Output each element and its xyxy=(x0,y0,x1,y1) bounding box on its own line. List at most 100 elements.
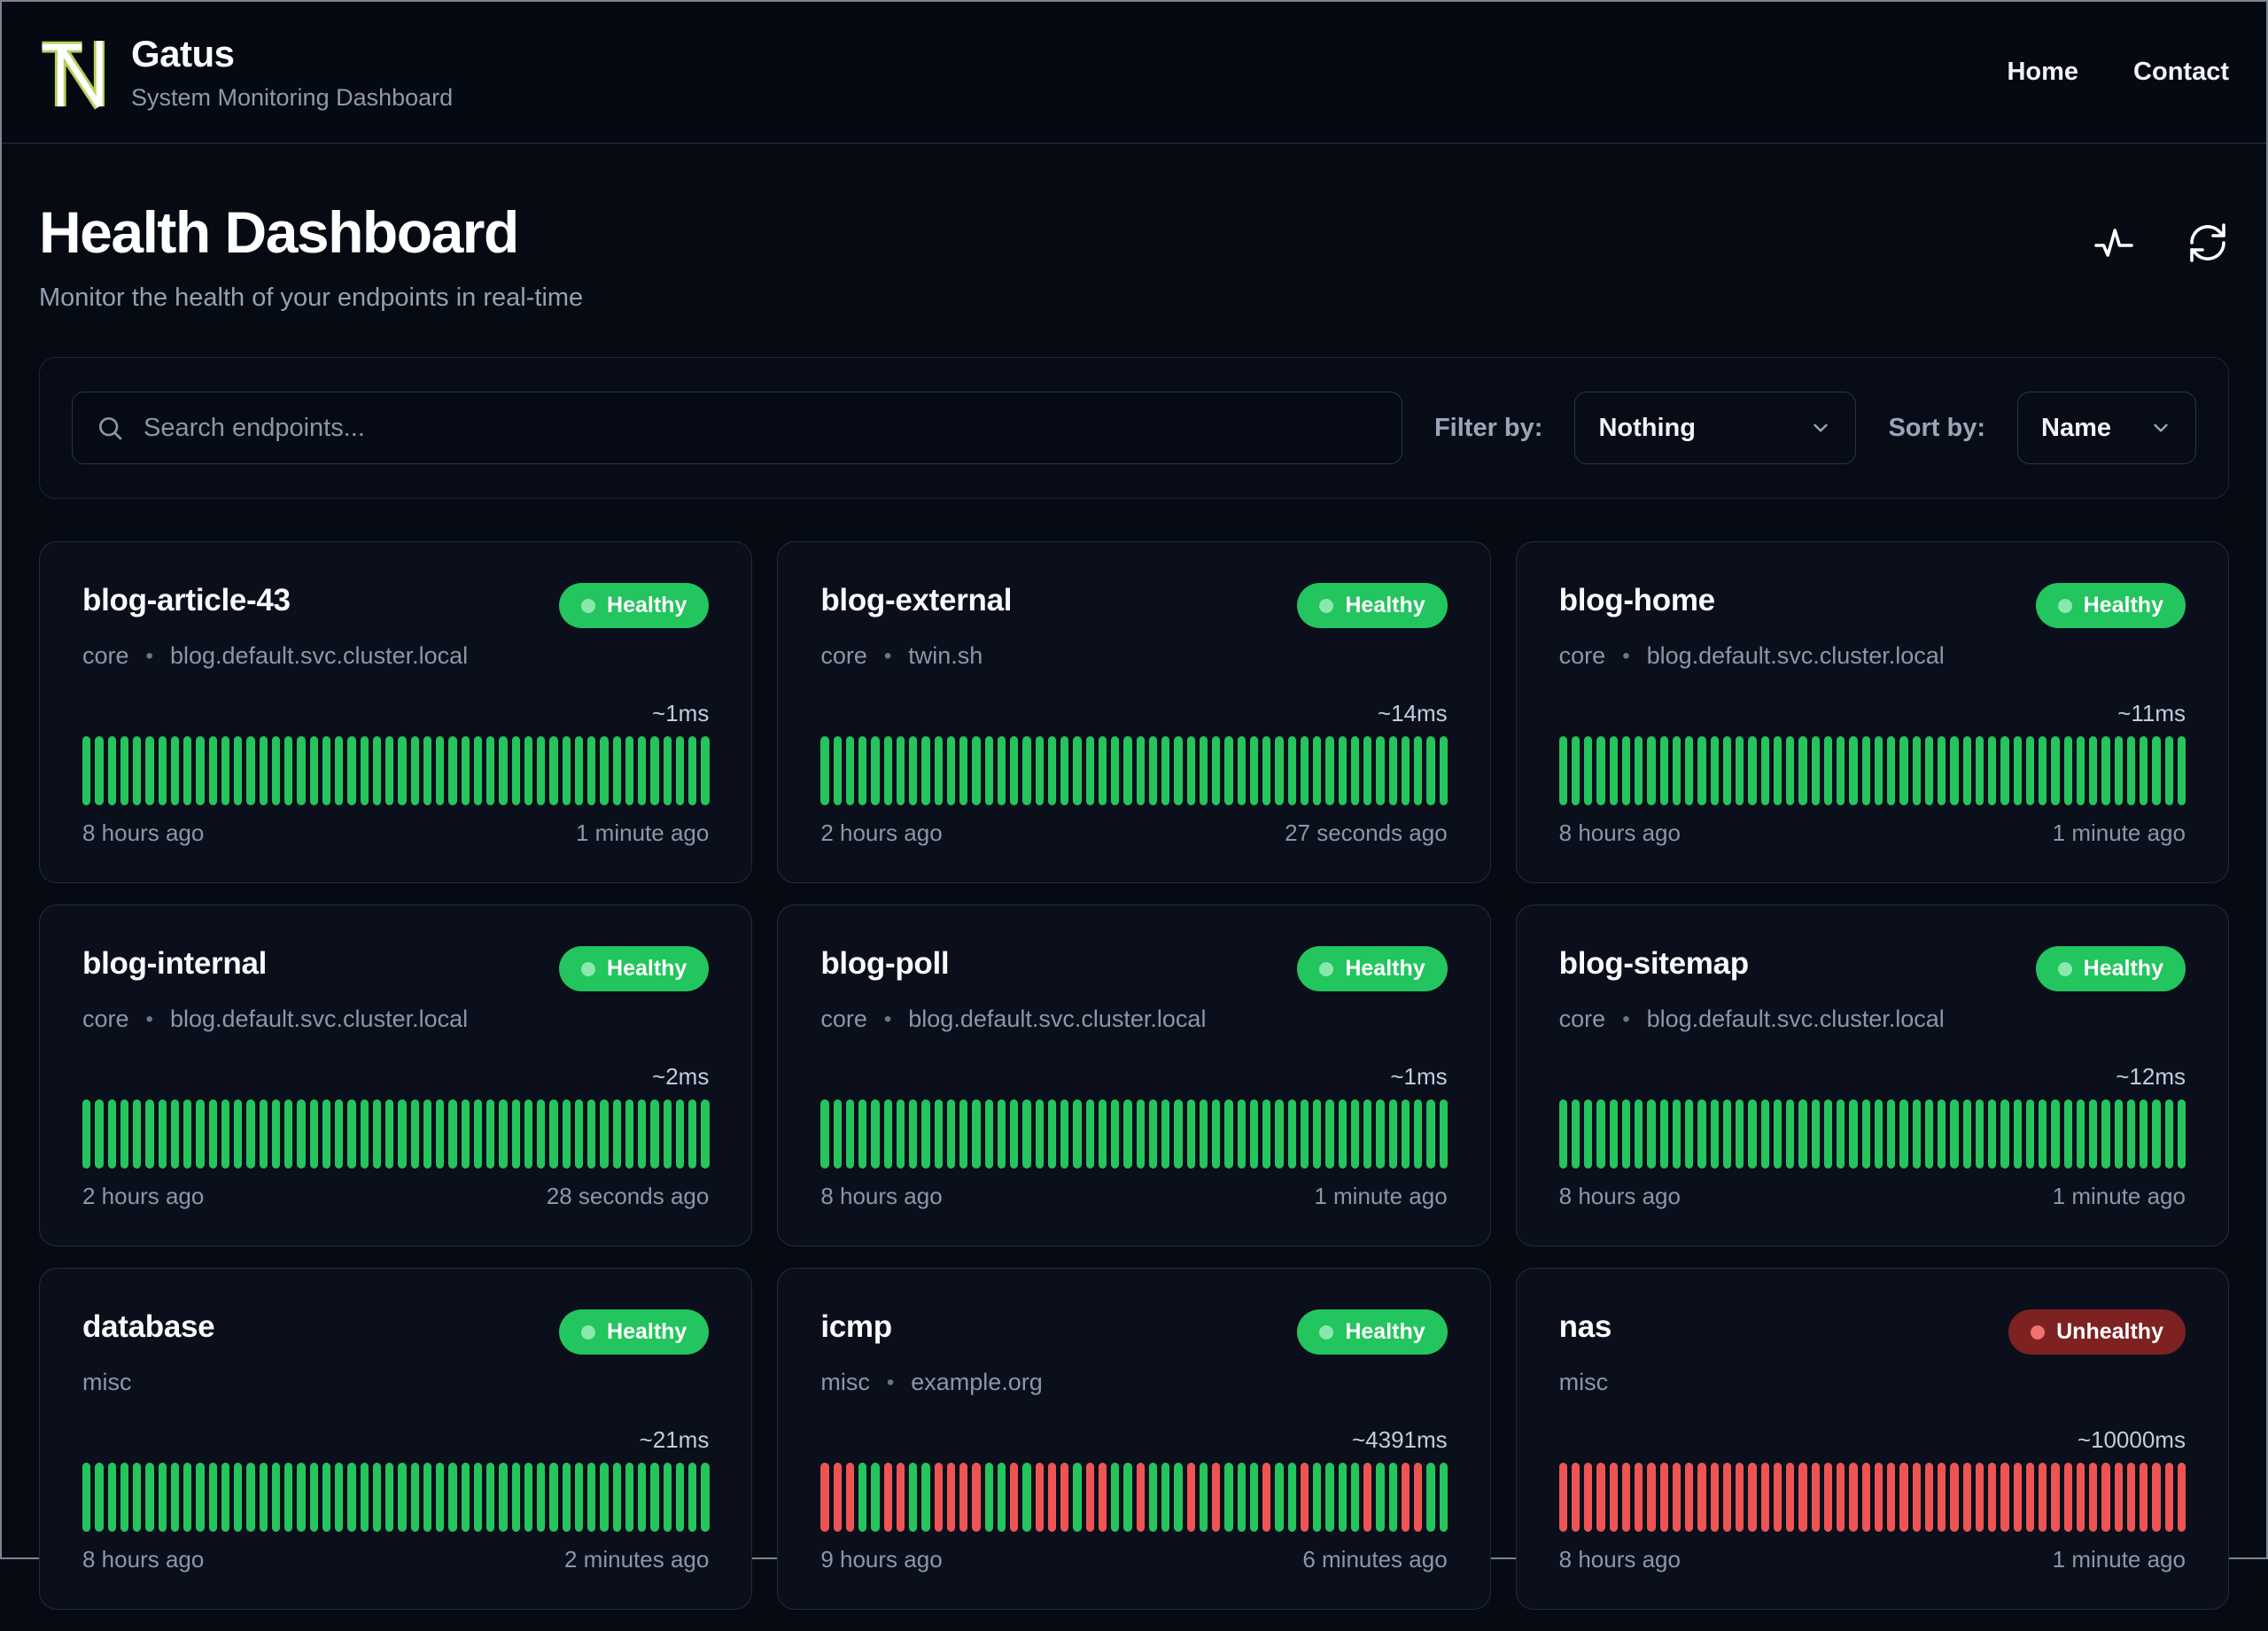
uptime-bar[interactable] xyxy=(1010,736,1019,805)
uptime-bar[interactable] xyxy=(2025,736,2035,805)
uptime-bar[interactable] xyxy=(1439,736,1448,805)
uptime-bar[interactable] xyxy=(1060,1463,1069,1532)
uptime-bar[interactable] xyxy=(909,736,918,805)
uptime-bar[interactable] xyxy=(1823,1099,1833,1169)
uptime-bar[interactable] xyxy=(701,736,710,805)
uptime-bar[interactable] xyxy=(1596,1099,1605,1169)
uptime-bar[interactable] xyxy=(1047,736,1057,805)
uptime-bar[interactable] xyxy=(934,1099,943,1169)
uptime-bar[interactable] xyxy=(2101,1463,2110,1532)
uptime-bar[interactable] xyxy=(1571,736,1581,805)
uptime-bar[interactable] xyxy=(562,1099,571,1169)
uptime-bar[interactable] xyxy=(549,1463,558,1532)
uptime-bar[interactable] xyxy=(1275,1099,1284,1169)
uptime-bar[interactable] xyxy=(1962,1099,1971,1169)
uptime-bar[interactable] xyxy=(347,1463,356,1532)
uptime-bar[interactable] xyxy=(461,736,470,805)
uptime-bar[interactable] xyxy=(1313,1099,1322,1169)
uptime-bar[interactable] xyxy=(587,1463,596,1532)
endpoint-card[interactable]: blog-poll Healthy core • blog.default.sv… xyxy=(777,905,1491,1247)
uptime-bar[interactable] xyxy=(1073,1099,1082,1169)
uptime-bar[interactable] xyxy=(410,1099,419,1169)
uptime-bar[interactable] xyxy=(322,1099,330,1169)
uptime-bar[interactable] xyxy=(1773,736,1783,805)
search-input[interactable] xyxy=(144,413,1379,443)
uptime-bar[interactable] xyxy=(1736,736,1744,805)
uptime-bar[interactable] xyxy=(183,736,192,805)
uptime-bar[interactable] xyxy=(1811,1099,1820,1169)
uptime-bar[interactable] xyxy=(1647,1099,1656,1169)
uptime-bar[interactable] xyxy=(896,736,905,805)
uptime-bar[interactable] xyxy=(2164,1099,2173,1169)
uptime-bar[interactable] xyxy=(2114,1463,2123,1532)
uptime-bar[interactable] xyxy=(2101,736,2110,805)
uptime-bar[interactable] xyxy=(208,1463,217,1532)
uptime-bar[interactable] xyxy=(1571,1099,1581,1169)
uptime-bar[interactable] xyxy=(2089,736,2098,805)
uptime-bar[interactable] xyxy=(335,1099,344,1169)
uptime-bar[interactable] xyxy=(625,1463,633,1532)
uptime-bar[interactable] xyxy=(959,736,968,805)
uptime-bar[interactable] xyxy=(1401,1099,1410,1169)
uptime-bar[interactable] xyxy=(1988,1463,1997,1532)
uptime-bar[interactable] xyxy=(309,736,318,805)
uptime-bar[interactable] xyxy=(1786,1099,1795,1169)
uptime-bar[interactable] xyxy=(650,1463,659,1532)
uptime-bar[interactable] xyxy=(1887,1463,1896,1532)
uptime-bar[interactable] xyxy=(1136,736,1145,805)
uptime-bar[interactable] xyxy=(1111,1099,1120,1169)
uptime-bar[interactable] xyxy=(1098,1463,1107,1532)
uptime-bar[interactable] xyxy=(1924,736,1934,805)
uptime-bar[interactable] xyxy=(297,1463,306,1532)
uptime-bar[interactable] xyxy=(1212,1099,1221,1169)
uptime-bar[interactable] xyxy=(95,1463,104,1532)
uptime-bar[interactable] xyxy=(1073,1463,1082,1532)
uptime-bar[interactable] xyxy=(2152,1463,2161,1532)
uptime-bar[interactable] xyxy=(1401,1463,1410,1532)
uptime-bar[interactable] xyxy=(360,1099,369,1169)
sort-select[interactable]: Name xyxy=(2017,392,2196,464)
endpoint-card[interactable]: nas Unhealthy misc ~10000ms 8 hours ago … xyxy=(1515,1268,2229,1610)
uptime-bar[interactable] xyxy=(196,736,205,805)
uptime-bar[interactable] xyxy=(1098,736,1107,805)
uptime-bar[interactable] xyxy=(959,1099,968,1169)
uptime-bar[interactable] xyxy=(322,736,330,805)
uptime-bar[interactable] xyxy=(1975,1099,1984,1169)
uptime-bar[interactable] xyxy=(845,736,855,805)
endpoint-card[interactable]: icmp Healthy misc • example.org ~4391ms … xyxy=(777,1268,1491,1610)
uptime-bar[interactable] xyxy=(221,736,229,805)
uptime-bar[interactable] xyxy=(549,736,558,805)
uptime-bar[interactable] xyxy=(1338,736,1347,805)
uptime-bar[interactable] xyxy=(1609,736,1618,805)
uptime-bar[interactable] xyxy=(120,1463,128,1532)
uptime-bar[interactable] xyxy=(1161,1099,1170,1169)
uptime-bar[interactable] xyxy=(1786,736,1795,805)
uptime-bar[interactable] xyxy=(820,736,829,805)
uptime-bar[interactable] xyxy=(1111,736,1120,805)
uptime-bar[interactable] xyxy=(1950,1099,1959,1169)
uptime-bar[interactable] xyxy=(2140,1099,2148,1169)
uptime-bar[interactable] xyxy=(1621,736,1631,805)
uptime-bar[interactable] xyxy=(1249,736,1259,805)
endpoint-card[interactable]: blog-home Healthy core • blog.default.sv… xyxy=(1515,541,2229,883)
uptime-bar[interactable] xyxy=(1736,1463,1744,1532)
activity-icon[interactable] xyxy=(2093,221,2135,264)
uptime-bar[interactable] xyxy=(436,1099,445,1169)
uptime-bar[interactable] xyxy=(1161,736,1170,805)
uptime-bar[interactable] xyxy=(1861,1099,1870,1169)
uptime-bar[interactable] xyxy=(1748,736,1757,805)
uptime-bar[interactable] xyxy=(1798,1099,1807,1169)
uptime-bar[interactable] xyxy=(448,736,457,805)
uptime-bar[interactable] xyxy=(1313,1463,1322,1532)
uptime-bar[interactable] xyxy=(1022,1099,1031,1169)
uptime-bar[interactable] xyxy=(1558,736,1567,805)
uptime-bar[interactable] xyxy=(1722,1463,1732,1532)
endpoint-card[interactable]: database Healthy misc ~21ms 8 hours ago … xyxy=(39,1268,753,1610)
uptime-bar[interactable] xyxy=(612,1463,621,1532)
uptime-bar[interactable] xyxy=(1350,736,1360,805)
uptime-bar[interactable] xyxy=(271,736,280,805)
uptime-bar[interactable] xyxy=(1376,1099,1385,1169)
uptime-bar[interactable] xyxy=(309,1099,318,1169)
uptime-bar[interactable] xyxy=(1426,736,1435,805)
uptime-bar[interactable] xyxy=(1401,736,1410,805)
